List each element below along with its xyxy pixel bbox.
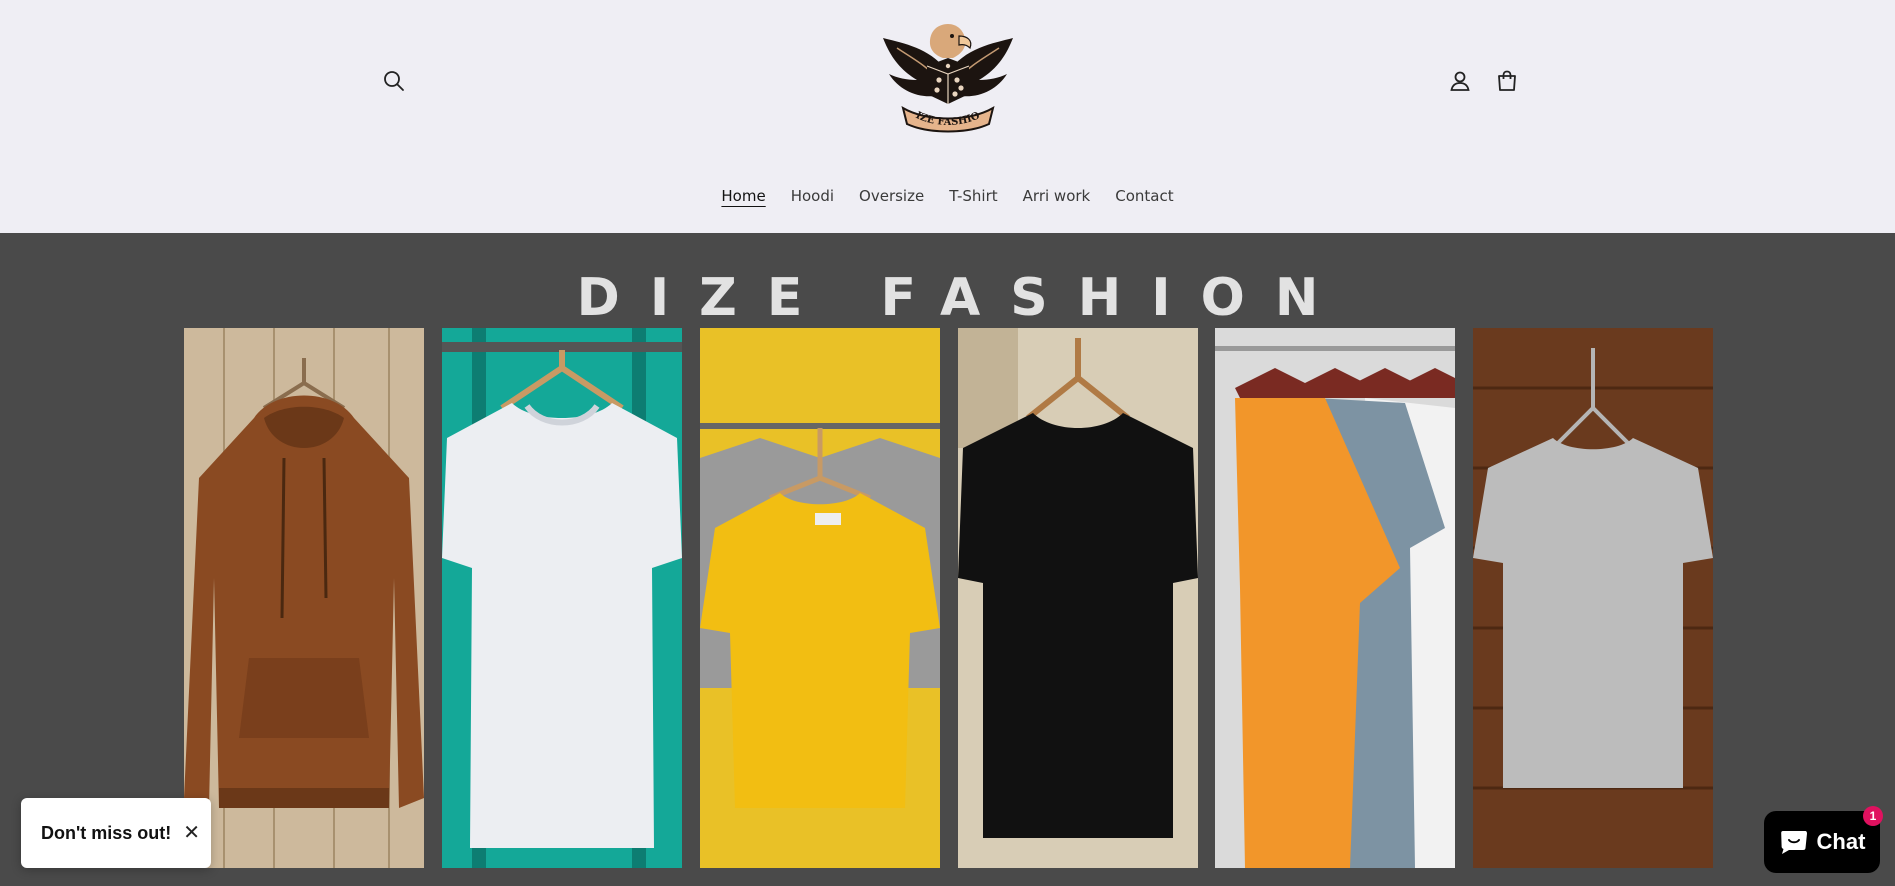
cart-button[interactable]	[1487, 61, 1527, 101]
nav-item-home[interactable]: Home	[709, 183, 778, 209]
hero-panel-black-tshirt	[958, 328, 1198, 868]
site-header: DIZE FASHION Home Hoodi Oversize T-Shirt…	[0, 0, 1895, 233]
nav-item-arri-work[interactable]: Arri work	[1010, 183, 1103, 209]
close-icon[interactable]: ✕	[183, 823, 200, 843]
account-button[interactable]	[1440, 61, 1480, 101]
main-navigation: Home Hoodi Oversize T-Shirt Arri work Co…	[0, 183, 1895, 209]
user-icon	[1450, 71, 1470, 91]
search-icon	[384, 71, 404, 91]
assorted-tshirts-image	[1215, 328, 1455, 868]
nav-item-oversize[interactable]: Oversize	[847, 183, 937, 209]
promo-popup[interactable]: Don't miss out! ✕	[21, 798, 211, 868]
brown-hoodie-image	[184, 328, 424, 868]
hero-panel-brown-hoodie	[184, 328, 424, 868]
white-tshirt-image	[442, 328, 682, 868]
grey-tshirt-image	[1473, 328, 1713, 868]
bag-icon	[1498, 70, 1516, 91]
hero-banner[interactable]: DIZE FASHION	[0, 233, 1895, 886]
yellow-tshirt-image	[700, 328, 940, 868]
hero-panel-assorted-tshirts	[1215, 328, 1455, 868]
chat-button[interactable]: Chat	[1764, 811, 1880, 873]
black-tshirt-image	[958, 328, 1198, 868]
hero-panel-yellow-tshirt	[700, 328, 940, 868]
brand-logo[interactable]: DIZE FASHION	[877, 18, 1019, 136]
hero-title: DIZE FASHION	[576, 268, 1349, 328]
chat-label: Chat	[1816, 829, 1866, 854]
chat-bubble-icon	[1780, 831, 1807, 854]
hero-panel-white-tshirt	[442, 328, 682, 868]
nav-item-contact[interactable]: Contact	[1103, 183, 1186, 209]
chat-notification-badge: 1	[1863, 806, 1883, 826]
promo-popup-text[interactable]: Don't miss out!	[41, 823, 171, 844]
nav-item-tshirt[interactable]: T-Shirt	[937, 183, 1010, 209]
search-button[interactable]	[374, 61, 414, 101]
hero-panel-grey-tshirt	[1473, 328, 1713, 868]
nav-item-hoodi[interactable]: Hoodi	[778, 183, 846, 209]
